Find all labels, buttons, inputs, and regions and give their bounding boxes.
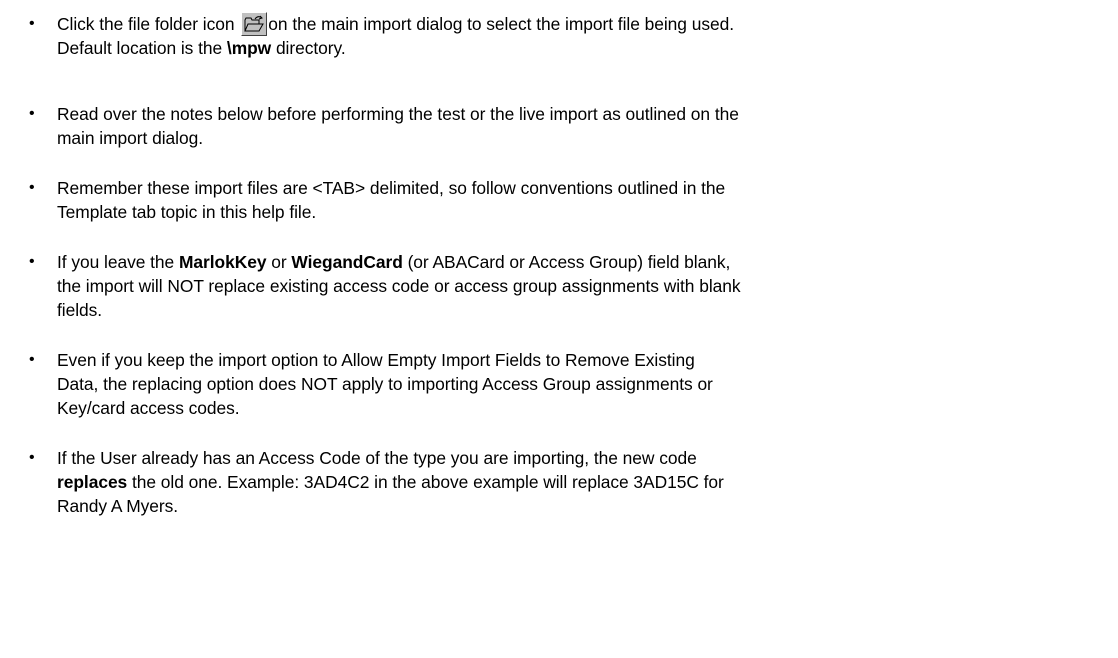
bullet: •	[29, 15, 35, 32]
bullet: •	[29, 179, 35, 196]
text-line: main import dialog.	[57, 128, 203, 148]
text-line: Key/card access codes.	[57, 398, 240, 418]
text-line: Even if you keep the import option to Al…	[57, 350, 695, 370]
list-item-text: If the User already has an Access Code o…	[57, 446, 1117, 518]
text-line: Default location is the \mpw directory.	[57, 38, 346, 58]
list-item-text: Even if you keep the import option to Al…	[57, 348, 1117, 420]
text-line: Randy A Myers.	[57, 496, 179, 516]
text-line: Click the file folder icon on the main i…	[57, 12, 734, 36]
list-item-text: Click the file folder icon on the main i…	[57, 12, 1117, 60]
text-line: Remember these import files are <TAB> de…	[57, 178, 726, 198]
text-line: If you leave the MarlokKey or WiegandCar…	[57, 252, 731, 272]
bullet: •	[29, 253, 35, 270]
open-folder-icon[interactable]	[241, 12, 268, 36]
text-line: replaces the old one. Example: 3AD4C2 in…	[57, 472, 724, 492]
help-document-page: • Click the file folder icon on the main…	[0, 0, 1118, 658]
text-line: Data, the replacing option does NOT appl…	[57, 374, 713, 394]
bullet: •	[29, 449, 35, 466]
text-line: fields.	[57, 300, 103, 320]
bullet: •	[29, 351, 35, 368]
bullet: •	[29, 105, 35, 122]
text-line: If the User already has an Access Code o…	[57, 448, 697, 468]
list-item-text: If you leave the MarlokKey or WiegandCar…	[57, 250, 1117, 322]
text-line: Read over the notes below before perform…	[57, 104, 739, 124]
text-line: Template tab topic in this help file.	[57, 202, 317, 222]
list-item-text: Read over the notes below before perform…	[57, 102, 1117, 150]
text-line: the import will NOT replace existing acc…	[57, 276, 741, 296]
list-item-text: Remember these import files are <TAB> de…	[57, 176, 1117, 224]
